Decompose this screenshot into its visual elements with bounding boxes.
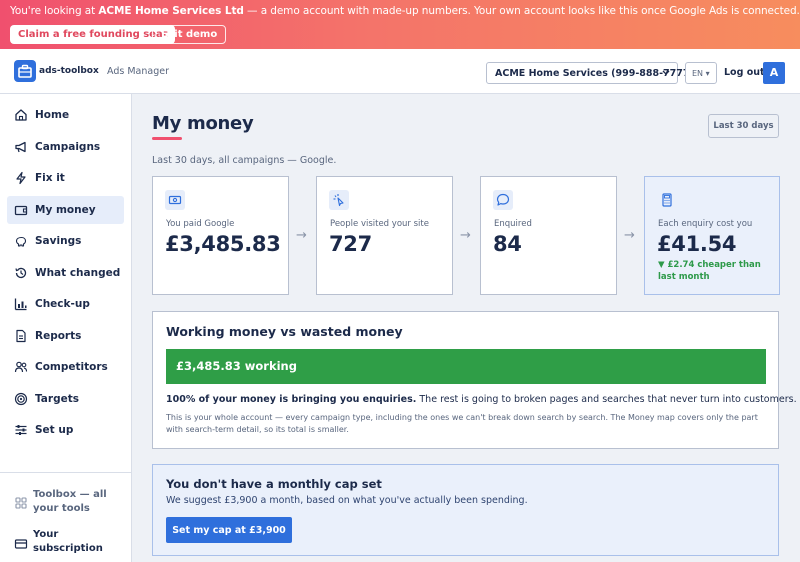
sliders-icon [15,425,27,435]
banner-text: You're looking at ACME Home Services Ltd… [10,5,800,17]
sidebar-item-savings[interactable]: Savings [7,227,124,255]
working-vs-wasted-panel: Working money vs wasted money £3,485.83 … [152,311,797,449]
logo-icon[interactable] [14,60,36,82]
demo-banner: You're looking at ACME Home Services Ltd… [0,0,800,49]
users-icon [14,361,28,373]
history-icon [15,267,27,279]
piggy-bank-icon [15,236,27,247]
megaphone-icon [15,141,26,153]
avatar[interactable]: A [763,62,785,84]
stat-label: You paid Google [166,219,235,229]
logout-link[interactable]: Log out [724,67,765,78]
sidebar-item-label: Home [35,109,70,121]
main-content: My money Last 30 days Last 30 days, all … [132,94,800,562]
stat-label: Each enquiry cost you [658,219,753,229]
sidebar-item-label: Targets [35,393,79,405]
toolbox-label: Toolbox — all your tools [33,489,107,514]
sidebar-item-reports[interactable]: Reports [7,322,124,350]
cursor-click-icon [329,190,349,210]
logo-text[interactable]: ads-toolbox [39,66,99,76]
sidebar-item-label: Savings [35,235,82,247]
sidebar-item-label: Competitors [35,361,108,373]
banner-suffix: — a demo account with made-up numbers. Y… [243,5,800,17]
exit-demo-button[interactable]: Exit demo [152,25,227,44]
language-value: EN [692,69,704,78]
sidebar-item-label: Check-up [35,298,90,310]
working-summary-rest: The rest is going to broken pages and se… [416,394,797,405]
stat-label: Enquired [494,219,532,229]
top-nav: ads-toolbox Ads Manager ACME Home Servic… [0,49,800,94]
sidebar-item-home[interactable]: Home [7,101,124,129]
target-icon [14,392,28,406]
home-icon [15,109,27,121]
stat-value: £3,485.83 [165,232,281,256]
cap-title: You don't have a monthly cap set [166,477,382,491]
banner-prefix: You're looking at [10,5,99,17]
stat-card-visits: People visited your site 727 [316,176,453,295]
credit-card-icon [14,539,28,549]
sidebar-item-targets[interactable]: Targets [7,385,124,413]
claim-seat-button[interactable]: Claim a free founding seat [10,25,176,44]
subscription-label: Your subscription [33,529,103,554]
sidebar-item-competitors[interactable]: Competitors [7,353,124,381]
sidebar-item-toolbox[interactable]: Toolbox — all your tools [7,488,124,518]
stat-card-enquired: Enquired 84 [480,176,617,295]
money-icon [165,190,185,210]
product-label: Ads Manager [107,66,169,77]
page-subtitle: Last 30 days, all campaigns — Google. [152,155,337,166]
date-range-button[interactable]: Last 30 days [708,114,779,138]
bolt-icon [16,171,26,185]
working-summary: 100% of your money is bringing you enqui… [166,394,797,405]
language-select[interactable]: EN ▾ [685,62,717,84]
grid-icon [15,497,27,509]
stat-value: 84 [493,232,522,256]
sidebar-item-label: Campaigns [35,141,101,153]
document-icon [16,329,26,343]
working-footnote: This is your whole account — every campa… [166,413,758,434]
calculator-icon [657,190,677,210]
title-underline [152,137,182,140]
sidebar-divider [0,472,131,473]
sidebar-item-label: What changed [35,267,121,279]
sidebar-item-what-changed[interactable]: What changed [7,259,124,287]
working-summary-bold: 100% of your money is bringing you enqui… [166,394,417,405]
working-bar-label: £3,485.83 working [176,359,297,373]
set-cap-button[interactable]: Set my cap at £3,900 [166,517,292,543]
sidebar-item-label: My money [35,204,96,216]
sidebar-item-label: Reports [35,330,82,342]
chat-icon [493,190,513,210]
trend-note: ▼ £2.74 cheaper than last month [658,260,761,282]
stat-card-paid: You paid Google £3,485.83 [152,176,289,295]
panel-title: Working money vs wasted money [166,324,403,339]
sidebar-item-subscription[interactable]: Your subscription [7,528,124,558]
wallet-icon [14,205,28,216]
cap-subtitle: We suggest £3,900 a month, based on what… [166,495,528,506]
stat-card-cost-per-enquiry: Each enquiry cost you £41.54 ▼ £2.74 che… [644,176,780,295]
arrow-right-icon: → [460,228,471,243]
stat-value: 727 [329,232,372,256]
bar-chart-icon [14,298,27,311]
sidebar-item-campaigns[interactable]: Campaigns [7,133,124,161]
sidebar-item-check-up[interactable]: Check-up [7,290,124,318]
page-title: My money [152,113,254,134]
arrow-right-icon: → [296,228,307,243]
stat-label: People visited your site [330,219,429,229]
sidebar-item-label: Fix it [35,172,65,184]
stat-value: £41.54 [657,232,737,256]
account-select[interactable]: ACME Home Services (999-888-7777) [486,62,694,84]
arrow-right-icon: → [624,228,635,243]
sidebar-item-my-money[interactable]: My money [7,196,124,224]
banner-account-name: ACME Home Services Ltd [98,5,244,17]
sidebar-item-label: Set up [35,424,74,436]
chevron-down-icon [662,70,670,75]
sidebar-item-fix-it[interactable]: Fix it [7,164,124,192]
sidebar: Home Campaigns Fix it My money Savings W… [0,94,132,562]
monthly-cap-panel: You don't have a monthly cap set We sugg… [152,464,779,556]
sidebar-item-set-up[interactable]: Set up [7,416,124,444]
working-money-bar: £3,485.83 working [166,349,766,384]
